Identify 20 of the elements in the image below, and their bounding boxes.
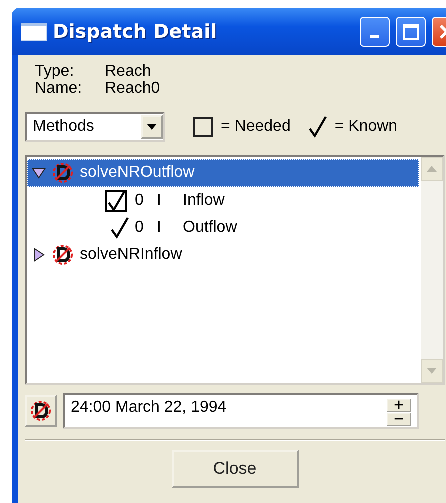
table-cell-text: Outflow xyxy=(183,218,238,236)
table-cell-text: I xyxy=(157,192,162,210)
info-value: Reach0 xyxy=(105,80,162,97)
info-value: Reach xyxy=(105,63,152,80)
tree-item[interactable]: solveNRInflow xyxy=(27,241,419,269)
decrement-button[interactable]: − xyxy=(387,413,411,426)
window-title: Dispatch Detail xyxy=(53,20,218,42)
table-cell-text: 0 xyxy=(134,192,144,210)
view-dropdown[interactable]: Methods xyxy=(25,112,165,142)
table-cell-text: Inflow xyxy=(183,192,226,210)
date-field[interactable]: 24:00 March 22, 1994 + − xyxy=(63,393,419,429)
info-label: Type: xyxy=(35,63,76,80)
info-label: Name: xyxy=(35,80,84,97)
close-dialog-button[interactable]: Close xyxy=(172,450,298,488)
legend-label: = Known xyxy=(334,118,398,136)
tree-item[interactable]: solveNROutflow xyxy=(27,159,419,187)
table-cell-text: 0 xyxy=(134,218,144,236)
increment-button[interactable]: + xyxy=(387,399,411,412)
legend-label: = Needed xyxy=(221,118,291,136)
table-cell-text: I xyxy=(157,218,162,236)
